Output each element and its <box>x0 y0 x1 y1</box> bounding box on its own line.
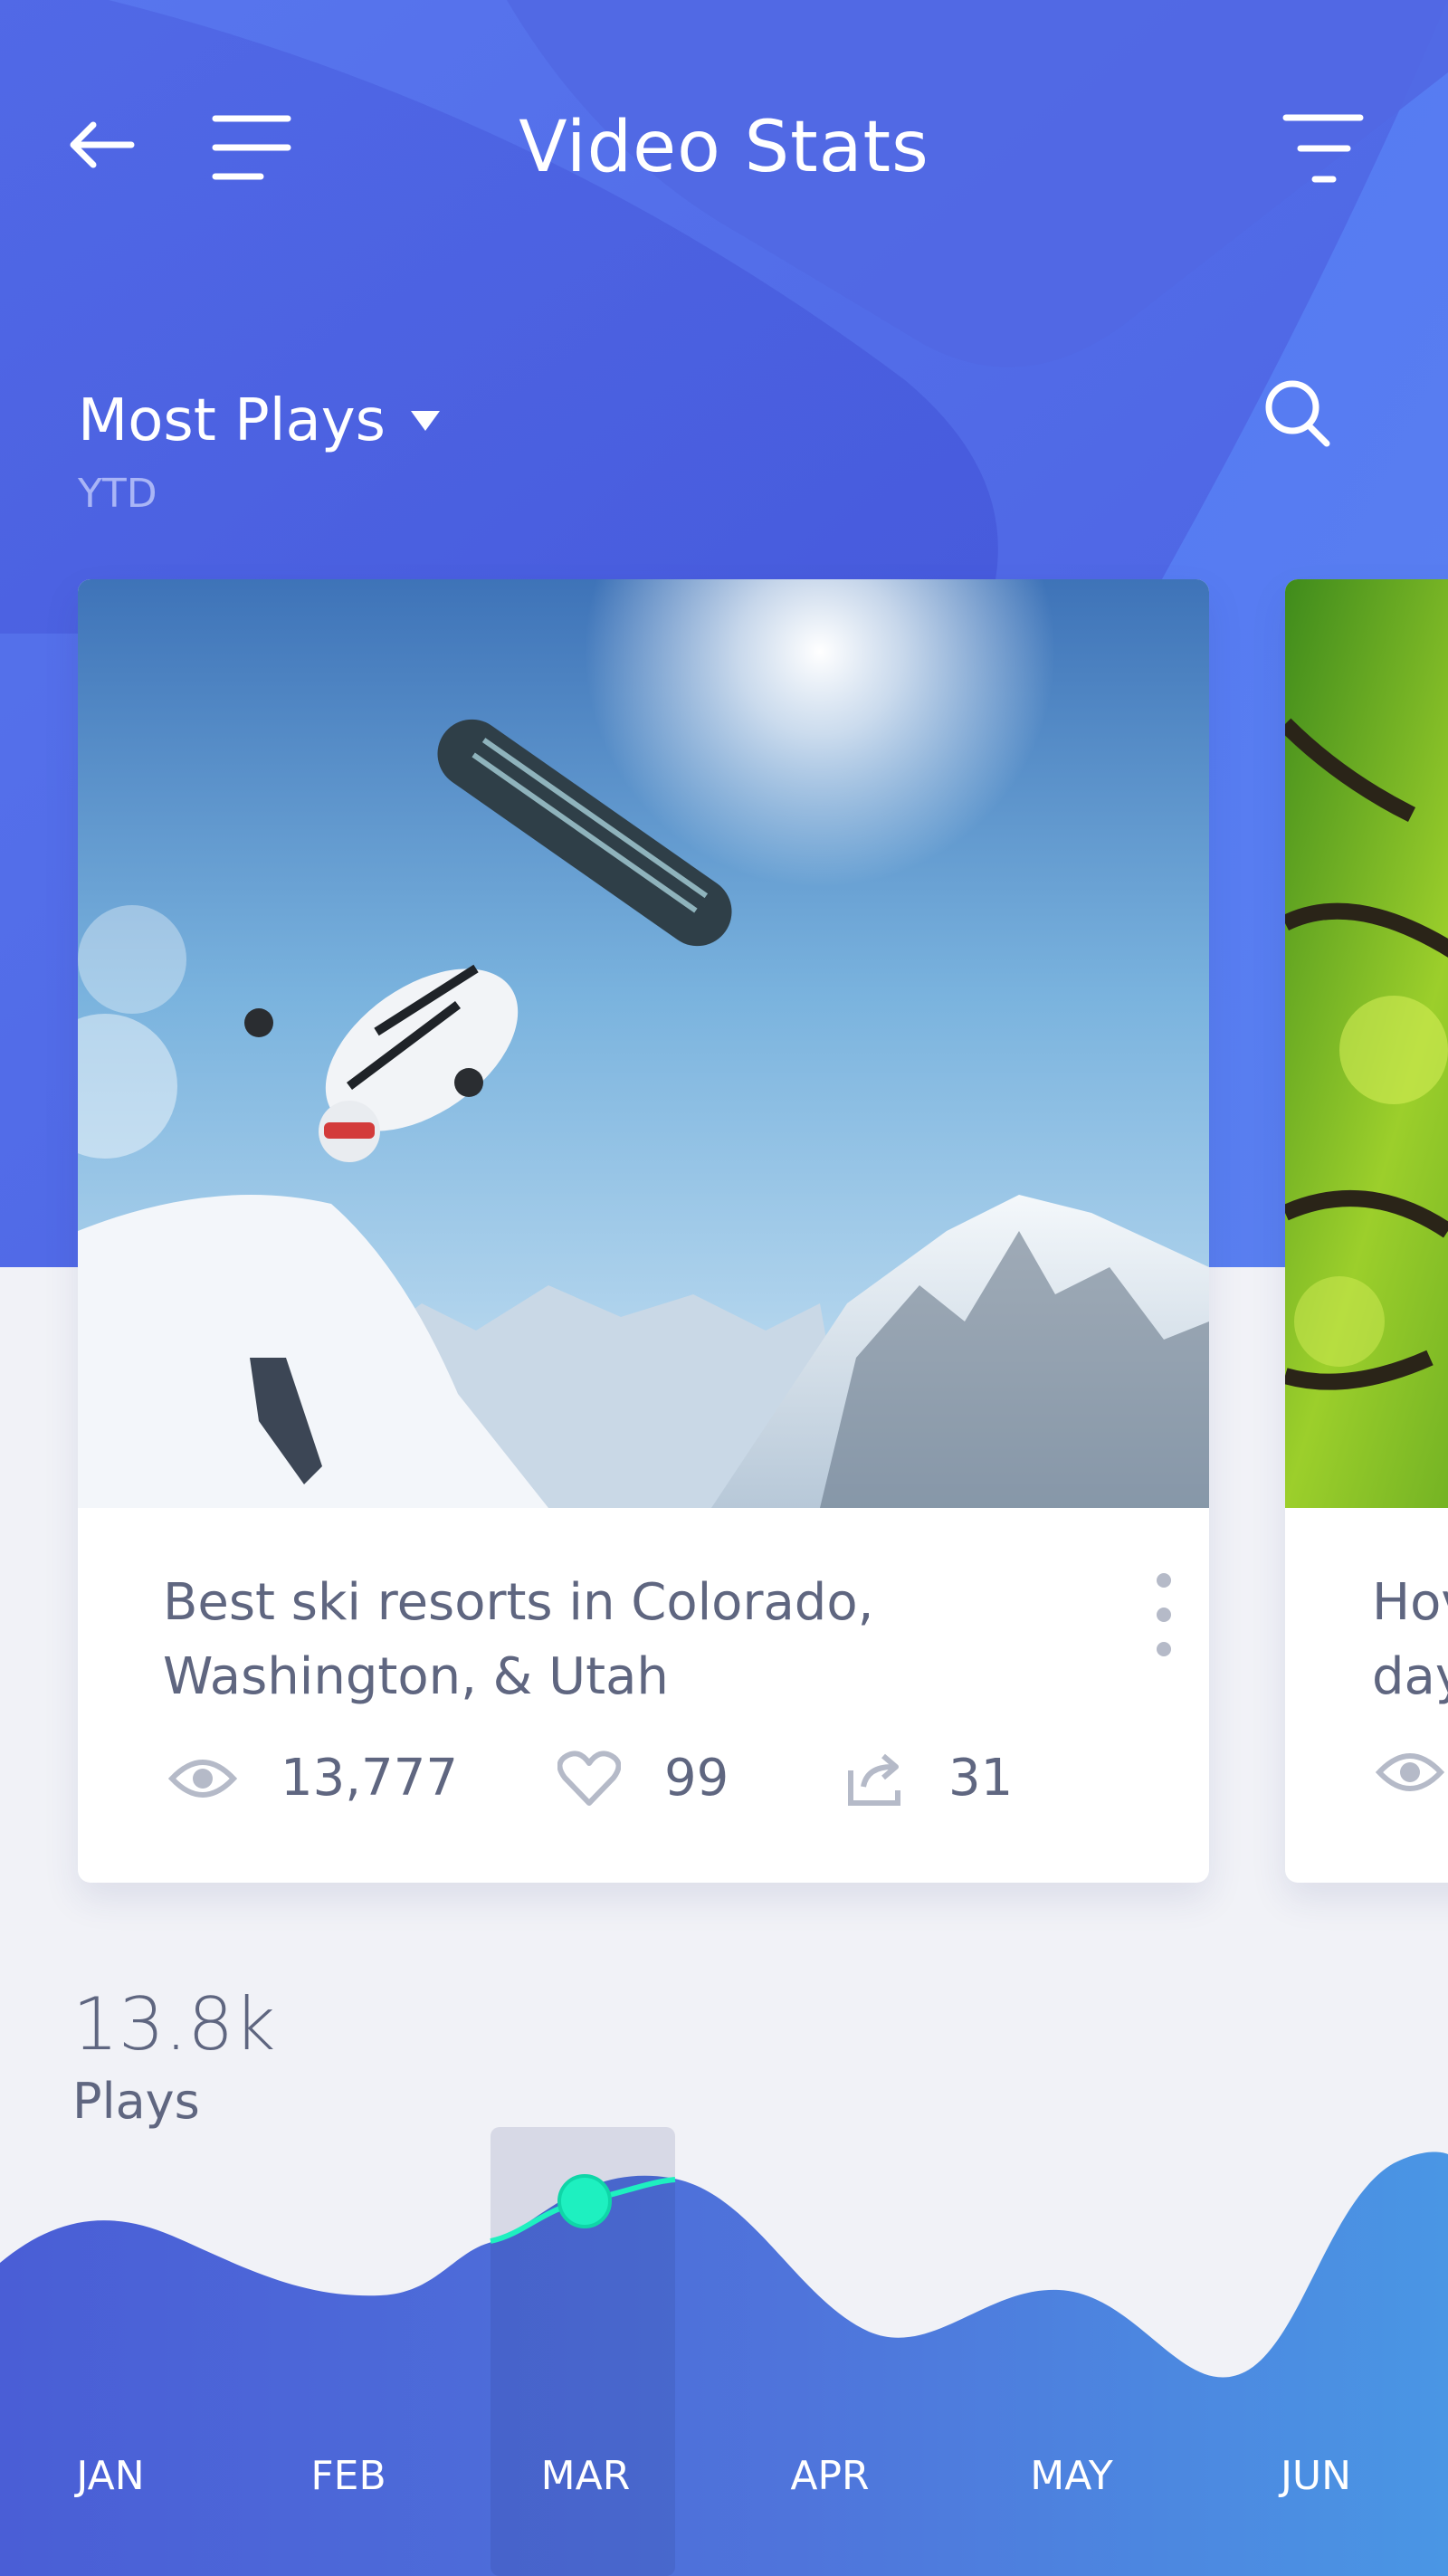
views-stat <box>1376 1749 1444 1796</box>
filter-icon <box>1282 114 1364 183</box>
search-icon <box>1265 380 1330 447</box>
search-button[interactable] <box>1254 369 1345 460</box>
shares-stat[interactable]: 31 <box>845 1749 1013 1808</box>
likes-stat[interactable]: 99 <box>557 1749 729 1808</box>
sort-dropdown[interactable]: Most Plays <box>78 387 440 454</box>
video-title-line: day <box>1372 1647 1448 1706</box>
video-thumbnail[interactable] <box>78 579 1209 1508</box>
app-screen: Video Stats Most Plays YTD Best ski reso… <box>0 0 1448 2576</box>
video-title-line: Washington, & Utah <box>163 1647 669 1706</box>
video-title[interactable]: Hov day <box>1372 1566 1448 1714</box>
views-count: 13,777 <box>281 1749 458 1808</box>
heart-icon <box>557 1750 621 1806</box>
eye-icon <box>1376 1753 1444 1791</box>
video-thumbnail[interactable] <box>1285 579 1448 1508</box>
more-dot <box>1157 1573 1171 1588</box>
caret-down-icon <box>410 411 440 431</box>
sort-label: Most Plays <box>78 387 386 454</box>
likes-count: 99 <box>664 1749 729 1808</box>
shares-count: 31 <box>948 1749 1014 1808</box>
month-label-mar[interactable]: MAR <box>541 2453 631 2499</box>
video-title-line: Hov <box>1372 1573 1448 1632</box>
video-title-line: Best ski resorts in Colorado, <box>163 1573 874 1632</box>
more-dot <box>1157 1608 1171 1622</box>
month-label-jan[interactable]: JAN <box>76 2453 144 2499</box>
views-stat: 13,777 <box>168 1749 458 1808</box>
video-title[interactable]: Best ski resorts in Colorado, Washington… <box>163 1566 1050 1714</box>
area-series <box>0 2151 1448 2576</box>
share-icon <box>848 1753 900 1806</box>
video-card[interactable]: Best ski resorts in Colorado, Washington… <box>78 579 1209 1883</box>
more-options-button[interactable] <box>1146 1573 1182 1673</box>
sort-period: YTD <box>78 471 157 517</box>
plays-total: 13.8k <box>72 1982 276 2066</box>
month-label-apr[interactable]: APR <box>790 2453 869 2499</box>
filter-button[interactable] <box>1278 107 1368 188</box>
month-label-feb[interactable]: FEB <box>310 2453 386 2499</box>
page-title: Video Stats <box>519 107 929 188</box>
month-label-may[interactable]: MAY <box>1030 2453 1113 2499</box>
more-dot <box>1157 1642 1171 1656</box>
video-card-next[interactable]: Hov day <box>1285 579 1448 1883</box>
plays-area-chart[interactable] <box>0 2118 1448 2576</box>
eye-icon <box>168 1759 237 1798</box>
month-label-jun[interactable]: JUN <box>1281 2453 1351 2499</box>
selected-point[interactable] <box>557 2174 612 2228</box>
